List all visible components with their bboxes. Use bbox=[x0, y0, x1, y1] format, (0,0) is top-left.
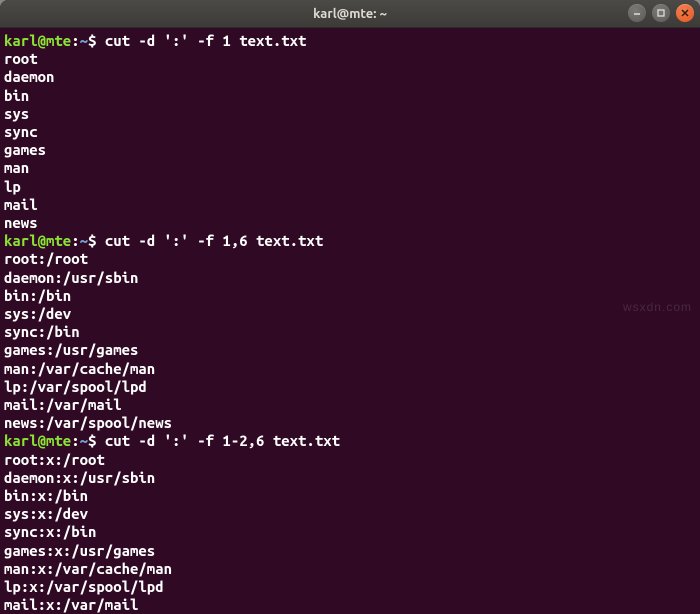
output-line: sys:/dev bbox=[4, 305, 696, 323]
prompt-path: ~ bbox=[80, 232, 88, 249]
minimize-button[interactable] bbox=[628, 4, 646, 22]
close-icon bbox=[680, 8, 690, 18]
minimize-icon bbox=[632, 8, 642, 18]
output-line: man bbox=[4, 159, 696, 177]
output-line: bin bbox=[4, 87, 696, 105]
output-line: bin:x:/bin bbox=[4, 487, 696, 505]
prompt-user: karl@mte bbox=[4, 432, 71, 449]
maximize-button[interactable] bbox=[652, 4, 670, 22]
output-line: sys:x:/dev bbox=[4, 505, 696, 523]
prompt-user: karl@mte bbox=[4, 232, 71, 249]
window-controls bbox=[628, 4, 694, 22]
output-line: mail:x:/var/mail bbox=[4, 596, 696, 614]
output-line: daemon:/usr/sbin bbox=[4, 269, 696, 287]
output-line: mail bbox=[4, 196, 696, 214]
output-line: root:x:/root bbox=[4, 451, 696, 469]
maximize-icon bbox=[656, 8, 666, 18]
output-line: lp:/var/spool/lpd bbox=[4, 378, 696, 396]
prompt-colon: : bbox=[71, 432, 79, 449]
output-line: lp:x:/var/spool/lpd bbox=[4, 578, 696, 596]
prompt-line: karl@mte:~$ cut -d ':' -f 1 text.txt bbox=[4, 32, 696, 50]
prompt-path: ~ bbox=[80, 32, 88, 49]
prompt-line: karl@mte:~$ cut -d ':' -f 1,6 text.txt bbox=[4, 232, 696, 250]
output-line: news bbox=[4, 214, 696, 232]
prompt-colon: : bbox=[71, 32, 79, 49]
output-line: root bbox=[4, 50, 696, 68]
output-line: bin:/bin bbox=[4, 287, 696, 305]
output-line: sync:x:/bin bbox=[4, 523, 696, 541]
prompt-line: karl@mte:~$ cut -d ':' -f 1-2,6 text.txt bbox=[4, 432, 696, 450]
command-text: cut -d ':' -f 1 text.txt bbox=[96, 32, 306, 49]
output-line: sync:/bin bbox=[4, 323, 696, 341]
terminal-window: karl@mte: ~ karl@mte:~$ cut -d ':' -f 1 … bbox=[0, 0, 700, 614]
output-line: games:/usr/games bbox=[4, 341, 696, 359]
prompt-path: ~ bbox=[80, 432, 88, 449]
command-text: cut -d ':' -f 1,6 text.txt bbox=[96, 232, 323, 249]
output-line: man:/var/cache/man bbox=[4, 360, 696, 378]
output-line: news:/var/spool/news bbox=[4, 414, 696, 432]
titlebar[interactable]: karl@mte: ~ bbox=[0, 0, 700, 28]
prompt-user: karl@mte bbox=[4, 32, 71, 49]
output-line: daemon:x:/usr/sbin bbox=[4, 469, 696, 487]
output-line: games bbox=[4, 141, 696, 159]
output-line: mail:/var/mail bbox=[4, 396, 696, 414]
close-button[interactable] bbox=[676, 4, 694, 22]
output-line: sys bbox=[4, 105, 696, 123]
output-line: man:x:/var/cache/man bbox=[4, 560, 696, 578]
terminal-body[interactable]: karl@mte:~$ cut -d ':' -f 1 text.txt roo… bbox=[0, 28, 700, 614]
command-text: cut -d ':' -f 1-2,6 text.txt bbox=[96, 432, 340, 449]
output-line: root:/root bbox=[4, 250, 696, 268]
window-title: karl@mte: ~ bbox=[313, 7, 387, 21]
prompt-colon: : bbox=[71, 232, 79, 249]
output-line: games:x:/usr/games bbox=[4, 542, 696, 560]
output-line: sync bbox=[4, 123, 696, 141]
output-line: lp bbox=[4, 178, 696, 196]
output-line: daemon bbox=[4, 68, 696, 86]
